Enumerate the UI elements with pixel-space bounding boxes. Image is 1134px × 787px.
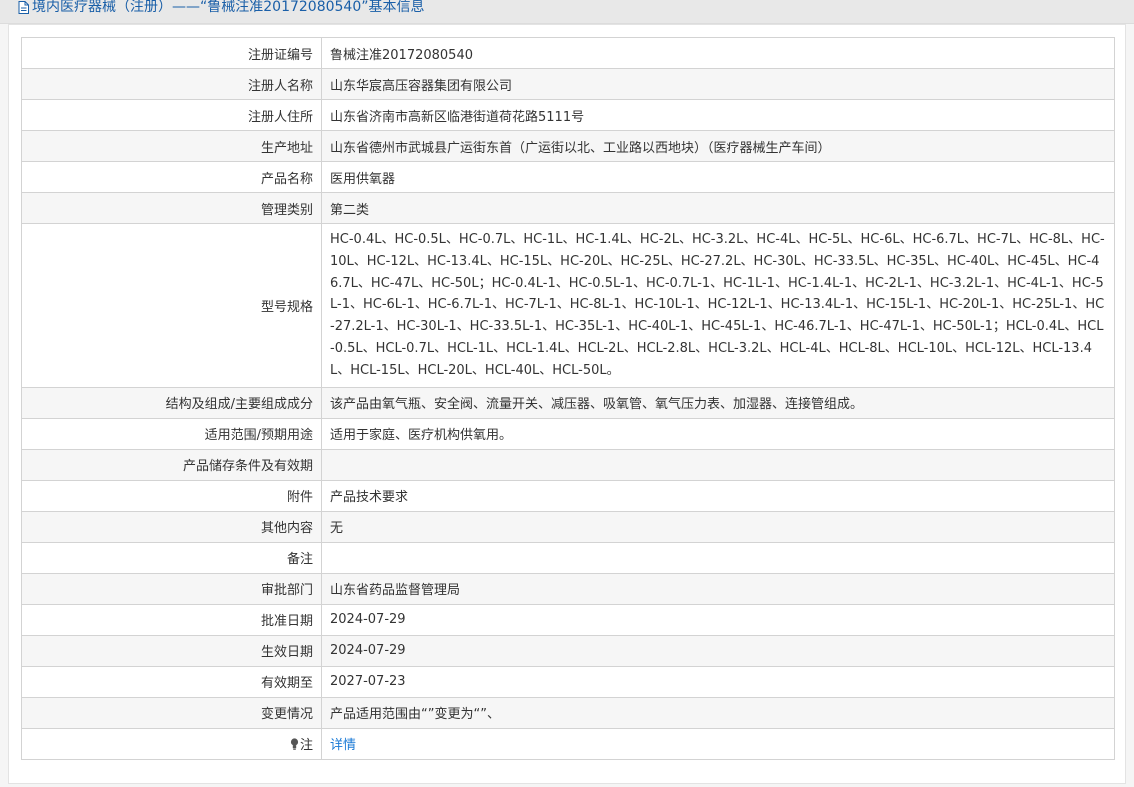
row-value: 医用供氧器 — [321, 161, 1115, 193]
note-label: 注 — [299, 738, 313, 754]
document-icon — [18, 0, 29, 14]
table-row: 其他内容无 — [21, 510, 1115, 543]
row-label: 附件 — [21, 479, 322, 512]
info-panel: 注册证编号 鲁械注准20172080540 注册人名称 山东华宸高压容器集团有限公司注… — [8, 24, 1126, 784]
row-label: 注 — [21, 727, 322, 760]
table-row: 注册人名称 山东华宸高压容器集团有限公司 — [21, 68, 1115, 100]
row-value: 鲁械注准20172080540 — [321, 37, 1115, 69]
table-row: 生产地址 山东省德州市武城县广运街东首（广运街以北、工业路以西地块）（医疗器械生产… — [21, 130, 1115, 162]
table-row: 生效日期 2024-07-29 — [21, 634, 1115, 667]
table-row: 产品储存条件及有效期 — [21, 448, 1115, 481]
table-row: 批准日期 2024-07-29 — [21, 603, 1115, 636]
table-row: 审批部门 山东省药品监督管理局 — [21, 572, 1115, 605]
details-link[interactable]: 详情 — [330, 738, 356, 753]
row-value — [321, 448, 1115, 481]
row-value: 产品适用范围由“”变更为“”、 — [321, 696, 1115, 729]
page-title-text: 境内医疗器械（注册）——“鲁械注准20172080540”基本信息 — [32, 0, 425, 15]
table-row: 变更情况 产品适用范围由“”变更为“”、 — [21, 696, 1115, 729]
row-label: 备注 — [21, 541, 322, 574]
table-row: 有效期至 2027-07-23 — [21, 665, 1115, 698]
table-row: 管理类别 第二类 — [21, 192, 1115, 224]
row-value — [321, 541, 1115, 574]
row-label: 生产地址 — [21, 130, 322, 162]
row-value: 产品技术要求 — [321, 479, 1115, 512]
row-value: 详情 — [321, 727, 1115, 760]
row-value: 第二类 — [321, 192, 1115, 224]
row-label: 适用范围/预期用途 — [21, 417, 322, 450]
row-label: 其他内容 — [21, 510, 322, 543]
row-label: 产品储存条件及有效期 — [21, 448, 322, 481]
row-value: 山东华宸高压容器集团有限公司 — [321, 68, 1115, 100]
row-label: 注册证编号 — [21, 37, 322, 69]
row-value: 山东省济南市高新区临港街道荷花路5111号 — [321, 99, 1115, 131]
row-value: 2027-07-23 — [321, 665, 1115, 698]
row-label: 型号规格 — [21, 223, 322, 388]
lightbulb-icon — [290, 738, 299, 750]
table-row: 型号规格 HC-0.4L、HC-0.5L、HC-0.7L、HC-1L、HC-1.4… — [21, 223, 1115, 388]
row-label: 有效期至 — [21, 665, 322, 698]
table-row: 适用范围/预期用途 适用于家庭、医疗机构供氧用。 — [21, 417, 1115, 450]
table-row: 产品名称 医用供氧器 — [21, 161, 1115, 193]
row-value: 山东省药品监督管理局 — [321, 572, 1115, 605]
table-row: 结构及组成/主要组成成分 该产品由氧气瓶、安全阀、流量开关、减压器、吸氧管、氧气压… — [21, 386, 1115, 419]
row-label: 结构及组成/主要组成成分 — [21, 386, 322, 419]
row-value: 无 — [321, 510, 1115, 543]
row-value: 2024-07-29 — [321, 634, 1115, 667]
row-value: 该产品由氧气瓶、安全阀、流量开关、减压器、吸氧管、氧气压力表、加湿器、连接管组成… — [321, 386, 1115, 419]
row-value: 山东省德州市武城县广运街东首（广运街以北、工业路以西地块）（医疗器械生产车间） — [321, 130, 1115, 162]
table-row: 附件 产品技术要求 — [21, 479, 1115, 512]
row-value: HC-0.4L、HC-0.5L、HC-0.7L、HC-1L、HC-1.4L、HC… — [321, 223, 1115, 388]
row-label: 变更情况 — [21, 696, 322, 729]
table-row: 注册证编号 鲁械注准20172080540 — [21, 37, 1115, 69]
table-row-note: 注 详情 — [21, 727, 1115, 760]
row-label: 批准日期 — [21, 603, 322, 636]
table-row: 备注 — [21, 541, 1115, 574]
row-label: 审批部门 — [21, 572, 322, 605]
row-value: 2024-07-29 — [321, 603, 1115, 636]
row-label: 管理类别 — [21, 192, 322, 224]
row-label: 生效日期 — [21, 634, 322, 667]
row-value: 适用于家庭、医疗机构供氧用。 — [321, 417, 1115, 450]
table-row: 注册人住所 山东省济南市高新区临港街道荷花路5111号 — [21, 99, 1115, 131]
info-table: 注册证编号 鲁械注准20172080540 注册人名称 山东华宸高压容器集团有限公司注… — [21, 37, 1115, 760]
page-title: 境内医疗器械（注册）——“鲁械注准20172080540”基本信息 — [18, 0, 424, 15]
page-header: 境内医疗器械（注册）——“鲁械注准20172080540”基本信息 — [0, 0, 1134, 24]
row-label: 注册人住所 — [21, 99, 322, 131]
row-label: 产品名称 — [21, 161, 322, 193]
row-label: 注册人名称 — [21, 68, 322, 100]
